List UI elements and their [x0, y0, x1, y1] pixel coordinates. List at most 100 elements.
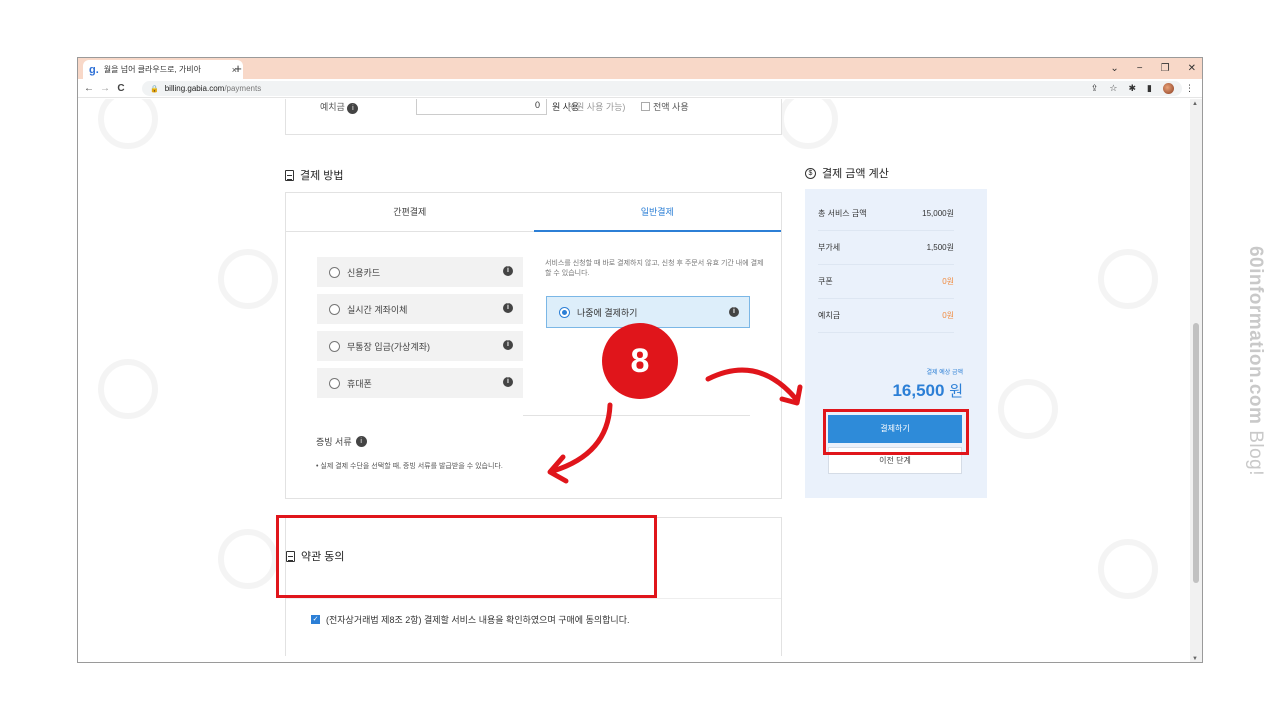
window-controls: ⌄ − ❐ ✕	[1110, 60, 1196, 77]
arrow-to-pay-button-head	[779, 384, 803, 406]
sidebar-icon[interactable]: ▮	[1147, 83, 1152, 94]
scroll-thumb[interactable]	[1193, 323, 1199, 583]
calculation-title-text: 결제 금액 계산	[822, 168, 889, 180]
checkbox-checked-icon[interactable]: ✓	[311, 615, 320, 624]
new-tab-button[interactable]: +	[230, 60, 246, 77]
agree-text: (전자상거래법 제8조 2항) 결제할 서비스 내용을 확인하였으며 구매에 동…	[326, 615, 630, 625]
step-badge: 8	[602, 323, 678, 399]
method-mobile-phone[interactable]: 휴대폰 i	[317, 368, 523, 398]
calc-label: 총 서비스 금액	[818, 209, 867, 218]
calc-value: 0원	[942, 311, 954, 320]
background-bulb-icon	[98, 99, 158, 149]
restore-button[interactable]: ❐	[1161, 63, 1170, 74]
tab-bar: g. 월을 넘어 클라우드로, 가비아 × + ⌄ − ❐ ✕	[78, 58, 1202, 79]
radio-icon	[329, 377, 340, 389]
receipt-icon	[285, 169, 294, 181]
background-bulb-icon	[998, 379, 1058, 439]
method-description: 서비스를 신청할 때 바로 결제하지 않고, 신청 후 주문서 유효 기간 내에…	[545, 260, 764, 277]
method-label: 실시간 계좌이체	[347, 304, 408, 315]
info-icon[interactable]: i	[729, 307, 739, 317]
calc-label: 예치금	[818, 311, 841, 320]
use-all-deposit-checkbox[interactable]: 전액 사용	[641, 100, 689, 113]
background-bulb-icon	[1098, 249, 1158, 309]
browser-tab[interactable]: g. 월을 넘어 클라우드로, 가비아 ×	[83, 60, 243, 79]
pay-later-label: 나중에 결제하기	[577, 307, 638, 318]
calc-value: 1,500원	[926, 243, 954, 252]
calc-row-service: 총 서비스 금액 15,000원	[818, 197, 954, 231]
url-path: /payments	[224, 84, 262, 93]
calc-label: 부가세	[818, 243, 841, 252]
background-bulb-icon	[1098, 539, 1158, 599]
calc-row-vat: 부가세 1,500원	[818, 231, 954, 265]
bookmark-star-icon[interactable]: ☆	[1109, 83, 1117, 94]
url-host: billing.gabia.com	[164, 84, 225, 93]
payment-tabs: 간편결제 일반결제	[286, 193, 781, 232]
watermark-light: Blog!	[1245, 423, 1266, 476]
payment-method-title: 결제 방법	[285, 167, 344, 183]
tab-search-icon[interactable]: ⌄	[1110, 63, 1118, 74]
proof-documents-title: 증빙 서류 i	[316, 435, 367, 448]
method-virtual-account[interactable]: 무통장 입금(가상계좌) i	[317, 331, 523, 361]
terms-highlight	[276, 515, 657, 598]
tab-general-payment[interactable]: 일반결제	[533, 193, 781, 232]
deposit-section: 예치금 i 0 원 사용 (0원 사용 가능) 전액 사용	[285, 99, 782, 135]
info-icon[interactable]: i	[355, 436, 367, 447]
deposit-amount-input[interactable]: 0	[416, 99, 547, 115]
pay-button-highlight	[823, 409, 969, 455]
info-icon[interactable]: i	[503, 377, 513, 387]
watermark-bold: 60information.com	[1245, 245, 1266, 424]
info-icon[interactable]: i	[503, 266, 513, 276]
scroll-down-icon[interactable]: ▼	[1192, 656, 1198, 662]
profile-avatar[interactable]	[1163, 83, 1174, 94]
calculation-title: $ 결제 금액 계산	[805, 165, 889, 181]
dollar-icon: $	[805, 167, 816, 179]
forward-button[interactable]: →	[97, 83, 113, 94]
method-label: 휴대폰	[347, 378, 372, 389]
total-amount-unit: 원	[949, 383, 963, 400]
divider	[286, 598, 781, 599]
extensions-icon[interactable]: ✱	[1129, 83, 1137, 94]
lock-icon: 🔒	[150, 85, 159, 93]
background-bulb-icon	[98, 359, 158, 419]
method-label: 무통장 입금(가상계좌)	[347, 341, 431, 352]
proof-documents-note: • 실제 결제 수단을 선택할 때, 증빙 서류를 발급받을 수 있습니다.	[316, 463, 503, 470]
calc-value: 15,000원	[922, 209, 954, 218]
method-bank-transfer[interactable]: 실시간 계좌이체 i	[317, 294, 523, 324]
background-bulb-icon	[218, 249, 278, 309]
expected-amount-label: 결제 예상 금액	[926, 370, 963, 376]
page-content: 예치금 i 0 원 사용 (0원 사용 가능) 전액 사용 결제 방법 간편결제…	[78, 99, 1190, 662]
payment-method-panel: 간편결제 일반결제 신용카드 i 실시간 계좌이체 i 무통장 입금(가상계좌)…	[285, 192, 782, 499]
url-field[interactable]: 🔒 billing.gabia.com /payments	[142, 81, 1182, 96]
method-label: 신용카드	[347, 267, 381, 278]
address-bar: ← → C 🔒 billing.gabia.com /payments ⇪ ☆ …	[78, 79, 1202, 98]
proof-title-text: 증빙 서류	[316, 437, 352, 447]
background-bulb-icon	[778, 99, 838, 149]
background-bulb-icon	[218, 529, 278, 589]
scroll-up-icon[interactable]: ▲	[1192, 101, 1198, 107]
page-scrollbar[interactable]: ▲ ▼	[1190, 99, 1202, 662]
browser-window: g. 월을 넘어 클라우드로, 가비아 × + ⌄ − ❐ ✕ ← → C 🔒 …	[77, 57, 1203, 663]
info-icon[interactable]: i	[503, 303, 513, 313]
radio-icon	[329, 340, 340, 352]
browser-toolbar: ⇪ ☆ ✱ ▮ ⋮	[1091, 81, 1194, 96]
calc-label: 쿠폰	[818, 277, 833, 286]
tab-title: 월을 넘어 클라우드로, 가비아	[103, 65, 201, 74]
side-watermark: 60information.com Blog!	[1238, 218, 1272, 503]
checkbox-icon	[641, 102, 650, 111]
menu-icon[interactable]: ⋮	[1185, 83, 1194, 94]
back-button[interactable]: ←	[81, 83, 97, 94]
info-icon[interactable]: i	[347, 103, 359, 114]
minimize-button[interactable]: −	[1137, 63, 1143, 74]
payment-method-title-text: 결제 방법	[300, 170, 344, 182]
share-icon[interactable]: ⇪	[1091, 83, 1099, 94]
deposit-label: 예치금 i	[320, 100, 359, 114]
use-all-label: 전액 사용	[653, 102, 689, 112]
gabia-favicon-icon: g.	[89, 63, 99, 76]
close-window-button[interactable]: ✕	[1188, 63, 1196, 74]
reload-button[interactable]: C	[113, 83, 129, 94]
calc-row-deposit: 예치금 0원	[818, 299, 954, 333]
method-credit-card[interactable]: 신용카드 i	[317, 257, 523, 287]
info-icon[interactable]: i	[503, 340, 513, 350]
agree-checkbox-row[interactable]: ✓ (전자상거래법 제8조 2항) 결제할 서비스 내용을 확인하였으며 구매에…	[311, 613, 629, 626]
tab-easy-payment[interactable]: 간편결제	[286, 193, 534, 232]
